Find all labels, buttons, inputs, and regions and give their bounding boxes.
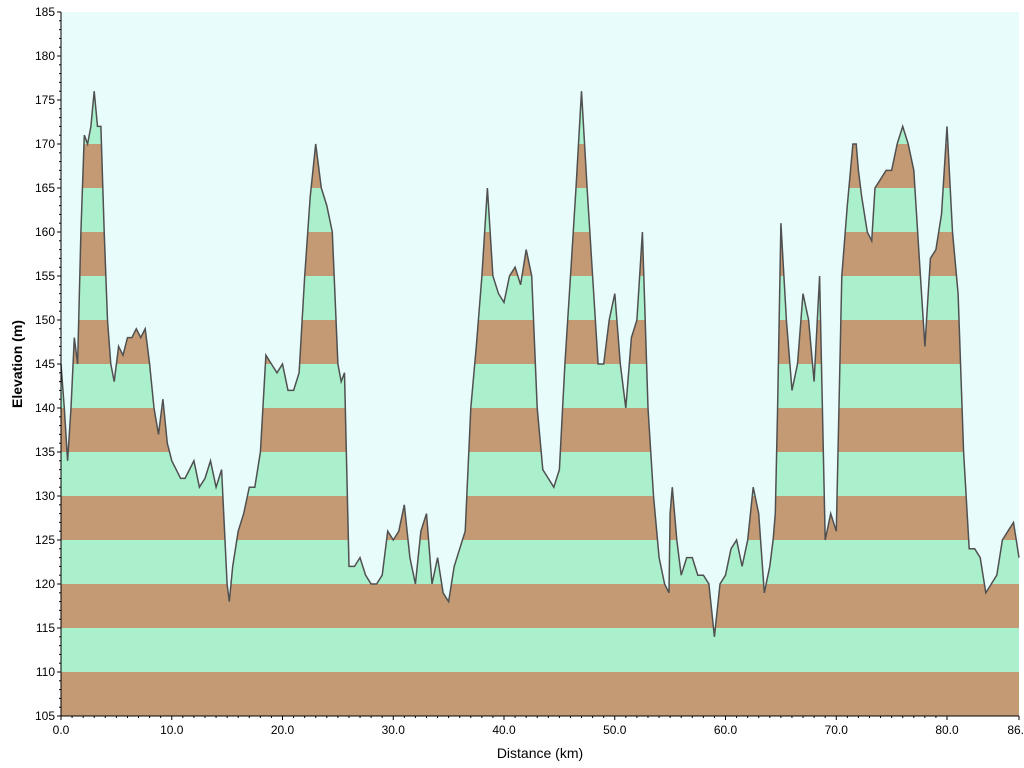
- elevation-band: [61, 496, 1019, 540]
- x-axis-ticks: 0.0 10.0 20.0 30.0 40.0 50.0 60.0 70.0 80.0 86.5: [53, 716, 1024, 737]
- elevation-band: [61, 584, 1019, 628]
- y-axis-title: Elevation (m): [9, 320, 25, 408]
- elevation-band: [61, 540, 1019, 584]
- x-tick-label: 60.0: [714, 723, 738, 737]
- x-tick-label: 80.0: [935, 723, 959, 737]
- y-tick-label: 135: [35, 445, 55, 459]
- y-tick-label: 110: [36, 665, 55, 679]
- y-tick-label: 115: [36, 621, 55, 635]
- x-tick-label: 50.0: [603, 723, 627, 737]
- x-tick-label: 30.0: [382, 723, 406, 737]
- elevation-band: [61, 628, 1019, 672]
- y-axis-ticks: 105 110 115 120 125 130 135 140 145 150 155 160 165 1…: [35, 5, 61, 723]
- x-tick-label: 20.0: [271, 723, 295, 737]
- x-tick-label: 86.5: [1007, 723, 1024, 737]
- y-tick-label: 145: [35, 357, 55, 371]
- y-tick-label: 175: [35, 93, 55, 107]
- y-tick-label: 120: [35, 577, 55, 591]
- y-tick-label: 125: [35, 533, 55, 547]
- x-axis-title: Distance (km): [497, 745, 583, 761]
- elevation-profile-chart: 105 110 115 120 125 130 135 140 145 150 155 160 165 1…: [9, 5, 1024, 761]
- y-tick-label: 155: [35, 269, 55, 283]
- y-tick-label: 165: [35, 181, 55, 195]
- y-tick-label: 185: [35, 5, 55, 19]
- y-tick-label: 170: [35, 137, 55, 151]
- x-tick-label: 0.0: [53, 723, 70, 737]
- x-tick-label: 10.0: [160, 723, 184, 737]
- y-tick-label: 160: [35, 225, 55, 239]
- x-tick-label: 40.0: [492, 723, 516, 737]
- y-tick-label: 140: [35, 401, 55, 415]
- y-tick-label: 180: [35, 49, 55, 63]
- x-tick-label: 70.0: [825, 723, 849, 737]
- elevation-band: [61, 672, 1019, 716]
- y-tick-label: 105: [35, 709, 55, 723]
- y-tick-label: 130: [35, 489, 55, 503]
- y-tick-label: 150: [35, 313, 55, 327]
